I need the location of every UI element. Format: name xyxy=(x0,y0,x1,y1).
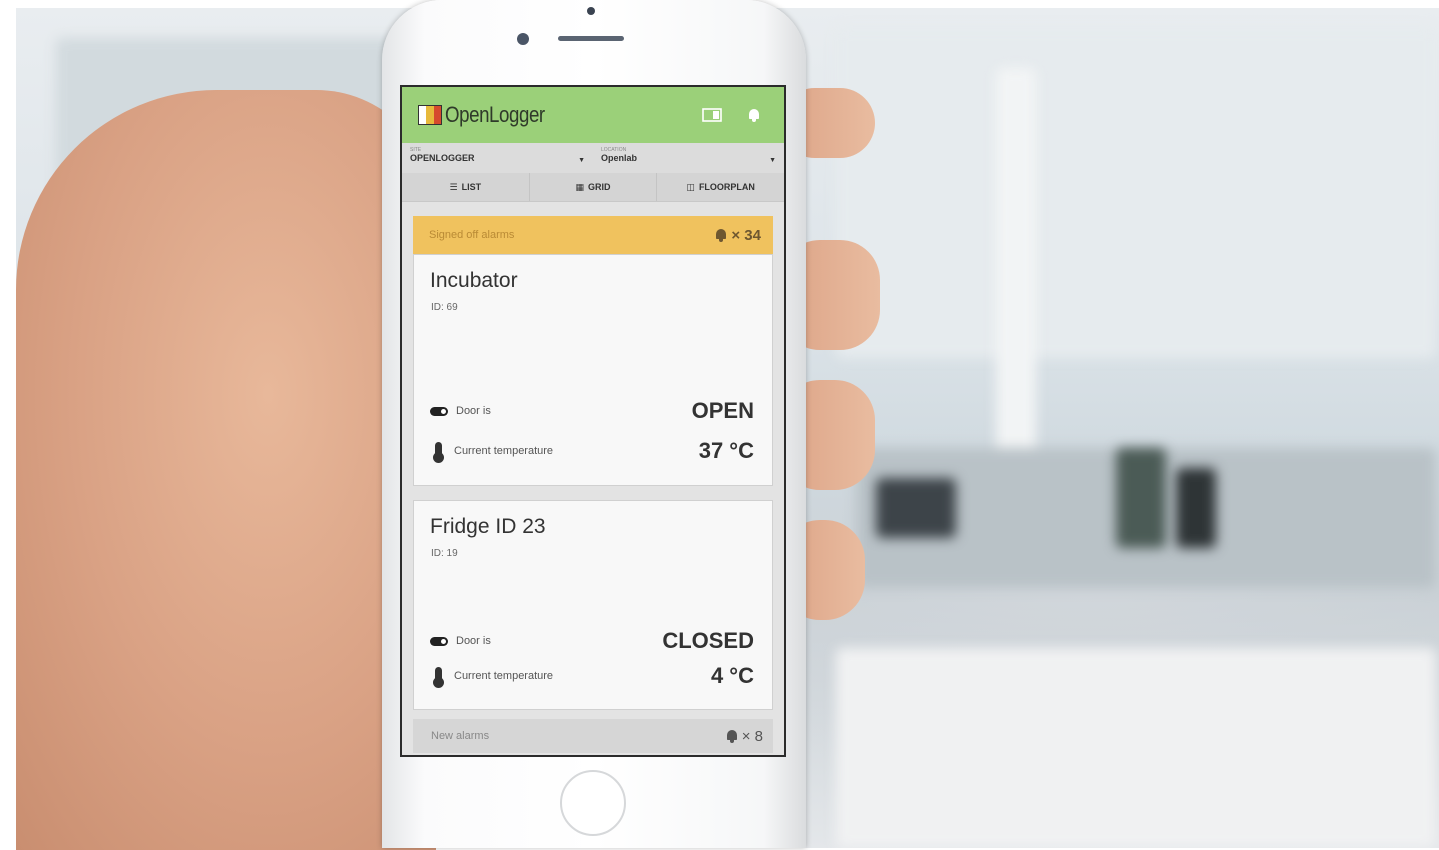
bell-icon[interactable] xyxy=(744,105,764,125)
device-list: Signed off alarms × 34 Incubator ID: 69 … xyxy=(402,202,784,753)
device-card-fridge[interactable]: Fridge ID 23 ID: 19 Door is CLOSED Curre… xyxy=(413,500,773,710)
phone-screen: OpenLogger SITE OPENLOGGER ▼ LOCATION Op… xyxy=(400,85,786,757)
device-card-incubator[interactable]: Incubator ID: 69 Door is OPEN Current te… xyxy=(413,254,773,486)
grid-icon: ▦ xyxy=(575,181,585,192)
tab-list-label: LIST xyxy=(461,182,482,192)
toggle-icon xyxy=(430,636,448,646)
tab-grid[interactable]: ▦ GRID xyxy=(530,173,658,201)
temperature-row: Current temperature 37 °C xyxy=(430,438,754,464)
temperature-value: 4 °C xyxy=(710,663,754,688)
openlogger-logo-icon xyxy=(418,105,442,125)
home-button[interactable] xyxy=(560,770,626,836)
device-id: ID: 69 xyxy=(431,302,458,313)
app-logo-text: OpenLogger xyxy=(445,102,545,127)
chevron-down-icon: ▼ xyxy=(578,157,585,164)
site-value: OPENLOGGER xyxy=(410,153,475,163)
selector-bar: SITE OPENLOGGER ▼ LOCATION Openlab ▼ xyxy=(402,143,784,173)
list-icon: ☰ xyxy=(449,181,458,192)
thermometer-icon xyxy=(433,442,444,463)
temperature-label: Current temperature xyxy=(454,670,554,682)
door-value: OPEN xyxy=(691,398,754,423)
bell-icon xyxy=(726,730,738,743)
app-header: OpenLogger xyxy=(402,87,784,143)
new-alarms-bar[interactable]: New alarms × 8 xyxy=(413,719,773,753)
panel-icon[interactable] xyxy=(702,105,722,125)
signed-off-alarms-label: Signed off alarms xyxy=(429,229,515,241)
new-alarms-count-text: × 8 xyxy=(741,727,763,745)
door-status-row: Door is OPEN xyxy=(430,398,754,424)
tab-grid-label: GRID xyxy=(588,182,611,192)
signed-off-alarms-bar[interactable]: Signed off alarms × 34 xyxy=(413,216,773,254)
toggle-icon xyxy=(430,406,448,416)
device-name: Incubator xyxy=(430,269,518,292)
door-value: CLOSED xyxy=(662,628,754,653)
thermometer-icon xyxy=(433,667,444,688)
temperature-value: 37 °C xyxy=(698,438,754,463)
earpiece-speaker xyxy=(558,36,624,41)
signed-off-alarms-count: × 34 xyxy=(715,227,761,244)
door-status-row: Door is CLOSED xyxy=(430,628,754,654)
new-alarms-label: New alarms xyxy=(431,730,490,742)
location-value: Openlab xyxy=(601,153,638,163)
temperature-row: Current temperature 4 °C xyxy=(430,663,754,689)
hand xyxy=(16,90,436,850)
bell-icon xyxy=(715,229,727,242)
floorplan-icon: ◫ xyxy=(686,181,695,192)
temperature-label: Current temperature xyxy=(454,445,554,457)
site-selector[interactable]: SITE OPENLOGGER ▼ xyxy=(402,143,593,173)
device-id: ID: 19 xyxy=(431,548,458,559)
door-label: Door is xyxy=(456,405,491,417)
new-alarms-count: × 8 xyxy=(726,728,763,745)
device-name: Fridge ID 23 xyxy=(430,515,546,538)
door-label: Door is xyxy=(456,635,491,647)
chevron-down-icon: ▼ xyxy=(769,157,776,164)
tab-floorplan[interactable]: ◫ FLOORPLAN xyxy=(657,173,784,201)
front-camera xyxy=(517,33,529,45)
tab-floorplan-label: FLOORPLAN xyxy=(698,182,755,192)
signed-off-alarms-count-text: × 34 xyxy=(731,226,761,244)
view-tabs: ☰ LIST ▦ GRID ◫ FLOORPLAN xyxy=(402,173,784,202)
location-selector[interactable]: LOCATION Openlab ▼ xyxy=(593,143,784,173)
tab-list[interactable]: ☰ LIST xyxy=(402,173,530,201)
sensor-dot xyxy=(587,7,595,15)
